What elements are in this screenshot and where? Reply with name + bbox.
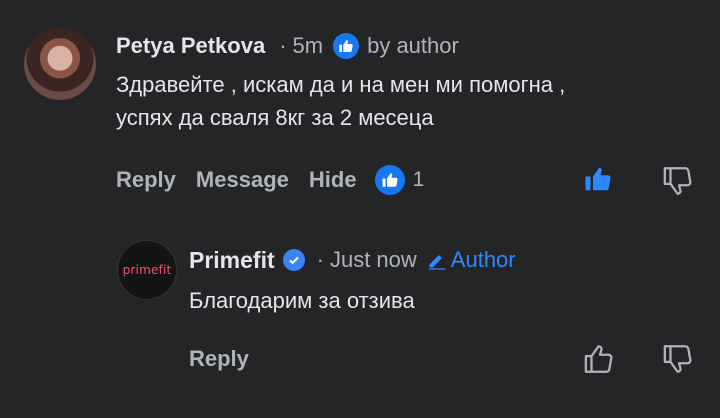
comment-author-name[interactable]: Petya Petkova xyxy=(116,33,265,59)
message-button[interactable]: Message xyxy=(196,167,289,193)
comment-timestamp[interactable]: 5m xyxy=(293,33,324,59)
reply-timestamp[interactable]: Just now xyxy=(330,247,417,273)
comment-text-line: успях да сваля 8кг за 2 месеца xyxy=(116,105,434,130)
thumbs-down-icon[interactable] xyxy=(662,342,696,381)
avatar-petya[interactable] xyxy=(24,28,96,100)
meta-dot: · xyxy=(279,33,287,58)
avatar-primefit[interactable]: primefit xyxy=(117,240,177,300)
reply-button[interactable]: Reply xyxy=(189,346,249,372)
like-reaction-icon[interactable] xyxy=(374,165,405,195)
thumbs-down-icon[interactable] xyxy=(662,164,696,203)
liked-by-author-label: by author xyxy=(367,33,459,58)
verified-badge-icon xyxy=(282,249,305,271)
comment-text-line: Здравейте , искам да и на мен ми помогна… xyxy=(116,72,566,97)
pencil-icon xyxy=(427,250,447,270)
thumbs-up-icon[interactable] xyxy=(583,342,617,381)
author-like-icon xyxy=(333,33,360,59)
reply-button[interactable]: Reply xyxy=(116,167,176,193)
author-badge-label: Author xyxy=(450,247,516,272)
comment-text: Здравейте , искам да и на мен ми помогна… xyxy=(116,68,716,134)
comment-header: Petya Petkova · 5m by author xyxy=(116,32,459,60)
hide-button[interactable]: Hide xyxy=(309,167,357,193)
reply-text: Благодарим за отзива xyxy=(189,288,415,313)
primefit-logo: primefit xyxy=(122,263,172,277)
meta-dot: · xyxy=(316,247,324,272)
comment-actions: Reply Message Hide 1 xyxy=(116,165,424,195)
thumbs-up-filled-icon[interactable] xyxy=(583,164,613,199)
like-count[interactable]: 1 xyxy=(413,168,425,192)
reply-author-name[interactable]: Primefit xyxy=(189,247,275,274)
reply-header: Primefit · Just now Author xyxy=(189,245,516,275)
reply-actions: Reply xyxy=(189,344,249,374)
